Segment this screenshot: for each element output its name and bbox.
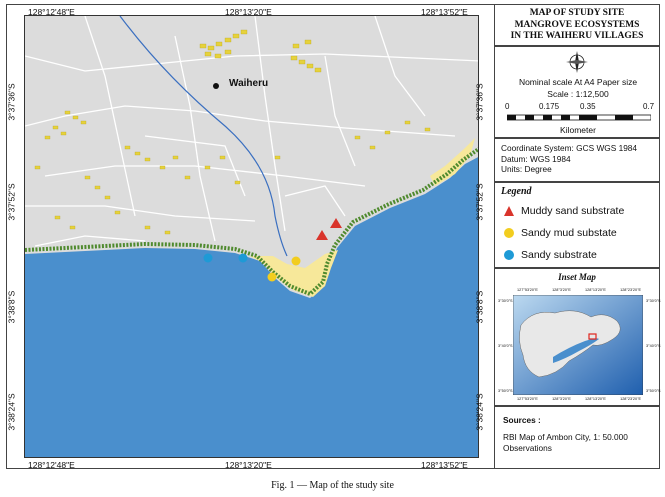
inset-tick: 127°53'20"E xyxy=(517,397,538,401)
compass-rose-icon xyxy=(566,51,588,73)
map-sidebar: MAP OF STUDY SITE MANGROVE ECOSYSTEMS IN… xyxy=(494,4,661,469)
inset-title: Inset Map xyxy=(558,272,596,282)
inset-tick: 128°23'20"E xyxy=(620,288,641,292)
blue-circle-icon xyxy=(504,250,514,260)
scale-tick-1: 0.175 xyxy=(539,102,560,111)
coordinate-system-box: Coordinate System: GCS WGS 1984 Datum: W… xyxy=(494,138,660,182)
scale-tick-3: 0.7 xyxy=(643,102,655,111)
sandy-point xyxy=(203,253,213,263)
legend-title: Legend xyxy=(501,186,532,197)
coord-left-4: 3°38'24"S xyxy=(6,393,17,431)
legend-label: Muddy sand substrate xyxy=(521,205,625,217)
coordinate-system-line: Coordinate System: GCS WGS 1984 xyxy=(501,143,638,153)
inset-map xyxy=(513,295,643,395)
coord-left-2: 3°37'52"S xyxy=(6,183,17,221)
inset-bottom-ticks: 127°53'20"E 128°3'20"E 128°13'20"E 128°2… xyxy=(517,397,641,401)
coord-left-1: 3°37'36"S xyxy=(6,83,17,121)
coord-bottom-3: 128°13'52"E xyxy=(421,460,468,470)
red-triangle-icon xyxy=(504,206,514,216)
nominal-scale-text: Nominal scale At A4 Paper size xyxy=(518,77,638,87)
coord-right-2: 3°37'52"S xyxy=(474,183,485,221)
inset-tick: 127°53'20"E xyxy=(517,288,538,292)
sandy-mud-point xyxy=(267,272,277,282)
datum-line: Datum: WGS 1984 xyxy=(501,153,571,164)
title-line-3: IN THE WAIHERU VILLAGES xyxy=(510,31,644,41)
sandy-point xyxy=(238,253,248,263)
scale-box: Nominal scale At A4 Paper size Scale : 1… xyxy=(494,46,660,138)
inset-tick: 3°50'0"S xyxy=(646,389,661,393)
coord-right-3: 3°38'8"S xyxy=(474,290,485,324)
inset-top-ticks: 127°53'20"E 128°3'20"E 128°13'20"E 128°2… xyxy=(517,288,641,292)
coord-top-2: 128°13'20"E xyxy=(225,7,272,17)
scale-bar xyxy=(507,114,651,121)
inset-map-box: Inset Map 127°53'20"E 128°3'20"E 128°13'… xyxy=(494,268,661,406)
units-line: Units: Degree xyxy=(501,164,552,174)
inset-tick: 128°13'20"E xyxy=(585,397,606,401)
inset-tick: 128°3'20"E xyxy=(552,397,571,401)
inset-tick: 3°30'0"S xyxy=(498,299,513,303)
village-label: Waiheru xyxy=(229,78,269,89)
legend-item-sandy-mud: Sandy mud substate xyxy=(503,227,617,239)
legend-label: Sandy substrate xyxy=(521,249,597,261)
figure-caption: Fig. 1 — Map of the study site xyxy=(271,480,394,491)
coord-top-3: 128°13'52"E xyxy=(421,7,468,17)
coord-right-1: 3°37'36"S xyxy=(474,83,485,121)
inset-tick: 3°40'0"S xyxy=(646,344,661,348)
inset-tick: 128°13'20"E xyxy=(585,288,606,292)
sources-box: Sources : RBI Map of Ambon City, 1: 50.0… xyxy=(494,406,660,469)
legend-item-sandy: Sandy substrate xyxy=(503,249,597,261)
title-line-1: MAP OF STUDY SITE xyxy=(529,8,625,18)
inset-tick: 128°23'20"E xyxy=(620,397,641,401)
coord-left-3: 3°38'8"S xyxy=(6,290,17,324)
scale-tick-2: 0.35 xyxy=(580,102,596,111)
inset-tick: 3°40'0"S xyxy=(498,344,513,348)
coord-right-4: 3°38'24"S xyxy=(474,393,485,431)
yellow-circle-icon xyxy=(504,228,514,238)
coord-top-1: 128°12'48"E xyxy=(28,7,75,17)
inset-tick: 3°30'0"S xyxy=(646,299,661,303)
inset-left-ticks: 3°30'0"S 3°40'0"S 3°50'0"S xyxy=(498,299,513,393)
legend-item-muddy-sand: Muddy sand substrate xyxy=(503,205,624,217)
sources-heading: Sources : xyxy=(503,415,541,425)
village-marker xyxy=(213,83,219,89)
map-title-box: MAP OF STUDY SITE MANGROVE ECOSYSTEMS IN… xyxy=(494,4,660,46)
inset-tick: 3°50'0"S xyxy=(498,389,513,393)
inset-tick: 128°3'20"E xyxy=(552,288,571,292)
scale-tick-0: 0 xyxy=(505,102,510,111)
sandy-mud-point xyxy=(291,256,301,266)
coord-bottom-1: 128°12'48"E xyxy=(28,460,75,470)
scale-unit: Kilometer xyxy=(560,125,596,135)
coord-bottom-2: 128°13'20"E xyxy=(225,460,272,470)
legend-box: Legend Muddy sand substrate Sandy mud su… xyxy=(494,182,660,268)
scale-ratio-text: Scale : 1:12,500 xyxy=(547,89,609,99)
title-line-2: MANGROVE ECOSYSTEMS xyxy=(514,19,640,30)
inset-right-ticks: 3°30'0"S 3°40'0"S 3°50'0"S xyxy=(646,299,661,393)
sources-text: RBI Map of Ambon City, 1: 50.000 Observa… xyxy=(503,432,628,453)
legend-label: Sandy mud substate xyxy=(521,227,617,239)
